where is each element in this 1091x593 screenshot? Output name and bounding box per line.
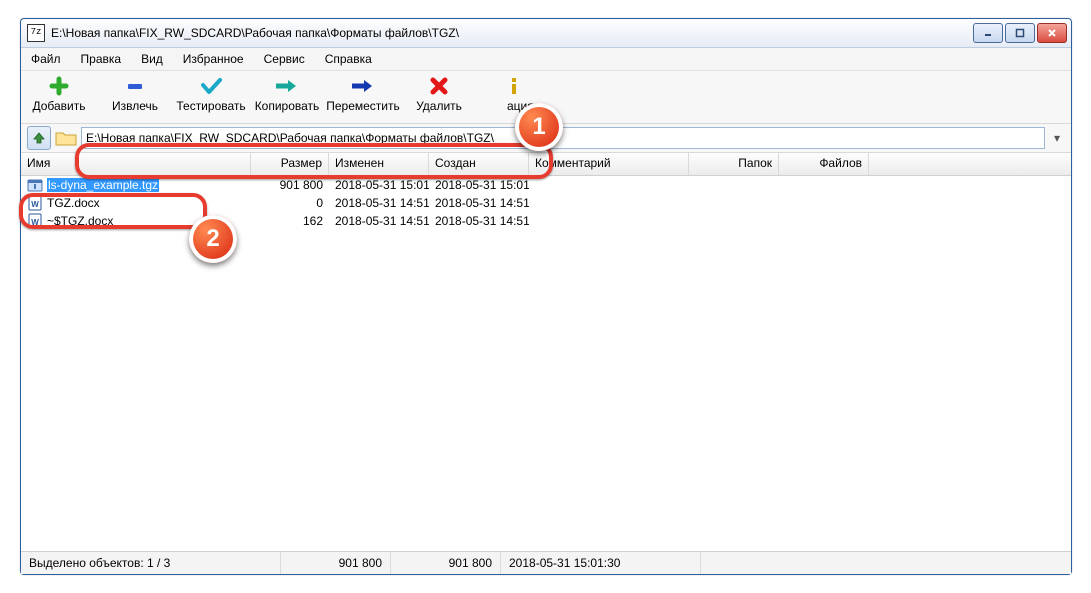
menubar: Файл Правка Вид Избранное Сервис Справка	[21, 48, 1071, 71]
extract-button[interactable]: Извлечь	[97, 75, 173, 113]
delete-button[interactable]: Удалить	[401, 75, 477, 113]
file-name: ~$TGZ.docx	[47, 214, 113, 228]
file-created: 2018-05-31 14:51	[429, 214, 529, 228]
info-icon	[507, 75, 583, 97]
minus-icon	[97, 75, 173, 97]
table-row[interactable]: ls-dyna_example.tgz901 8002018-05-31 15:…	[21, 176, 1071, 194]
file-name: ls-dyna_example.tgz	[47, 178, 159, 192]
window-title: E:\Новая папка\FIX_RW_SDCARD\Рабочая пап…	[51, 26, 973, 40]
up-arrow-icon	[32, 131, 46, 145]
file-created: 2018-05-31 14:51	[429, 196, 529, 210]
add-button[interactable]: Добавить	[21, 75, 97, 113]
file-modified: 2018-05-31 14:51	[329, 196, 429, 210]
test-button[interactable]: Тестировать	[173, 75, 249, 113]
table-row[interactable]: WTGZ.docx02018-05-31 14:512018-05-31 14:…	[21, 194, 1071, 212]
check-icon	[173, 75, 249, 97]
menu-tools[interactable]: Сервис	[260, 50, 309, 68]
col-created[interactable]: Создан	[429, 153, 529, 175]
file-list[interactable]: ls-dyna_example.tgz901 8002018-05-31 15:…	[21, 176, 1071, 551]
col-modified[interactable]: Изменен	[329, 153, 429, 175]
status-size-1: 901 800	[281, 552, 391, 574]
up-folder-button[interactable]	[27, 126, 51, 150]
list-header: Имя Размер Изменен Создан Комментарий Па…	[21, 153, 1071, 176]
svg-text:W: W	[31, 200, 39, 209]
menu-favorites[interactable]: Избранное	[179, 50, 248, 68]
status-selection: Выделено объектов: 1 / 3	[21, 552, 281, 574]
copy-arrow-icon	[249, 75, 325, 97]
statusbar: Выделено объектов: 1 / 3 901 800 901 800…	[21, 551, 1071, 574]
menu-edit[interactable]: Правка	[77, 50, 126, 68]
close-button[interactable]	[1037, 23, 1067, 43]
badge-1: 1	[515, 103, 563, 151]
move-arrow-icon	[325, 75, 401, 97]
copy-button[interactable]: Копировать	[249, 75, 325, 113]
col-comment[interactable]: Комментарий	[529, 153, 689, 175]
file-name: TGZ.docx	[47, 196, 100, 210]
file-created: 2018-05-31 15:01	[429, 178, 529, 192]
table-row[interactable]: W~$TGZ.docx1622018-05-31 14:512018-05-31…	[21, 212, 1071, 230]
file-size: 901 800	[251, 178, 329, 192]
menu-view[interactable]: Вид	[137, 50, 167, 68]
badge-2: 2	[189, 215, 237, 263]
col-folders[interactable]: Папок	[689, 153, 779, 175]
minimize-button[interactable]	[973, 23, 1003, 43]
menu-help[interactable]: Справка	[321, 50, 376, 68]
file-size: 0	[251, 196, 329, 210]
maximize-button[interactable]	[1005, 23, 1035, 43]
menu-file[interactable]: Файл	[27, 50, 65, 68]
folder-icon	[55, 129, 77, 147]
file-size: 162	[251, 214, 329, 228]
svg-text:W: W	[31, 218, 39, 227]
delete-x-icon	[401, 75, 477, 97]
col-name[interactable]: Имя	[21, 153, 251, 175]
file-modified: 2018-05-31 15:01	[329, 178, 429, 192]
file-modified: 2018-05-31 14:51	[329, 214, 429, 228]
move-button[interactable]: Переместить	[325, 75, 401, 113]
address-dropdown-icon[interactable]: ▾	[1049, 131, 1065, 145]
plus-icon	[21, 75, 97, 97]
address-input[interactable]: E:\Новая папка\FIX_RW_SDCARD\Рабочая пап…	[81, 127, 1045, 149]
titlebar[interactable]: 7z E:\Новая папка\FIX_RW_SDCARD\Рабочая …	[21, 19, 1071, 48]
app-icon: 7z	[27, 24, 45, 42]
status-size-2: 901 800	[391, 552, 501, 574]
col-files[interactable]: Файлов	[779, 153, 869, 175]
col-size[interactable]: Размер	[251, 153, 329, 175]
status-date: 2018-05-31 15:01:30	[501, 552, 701, 574]
